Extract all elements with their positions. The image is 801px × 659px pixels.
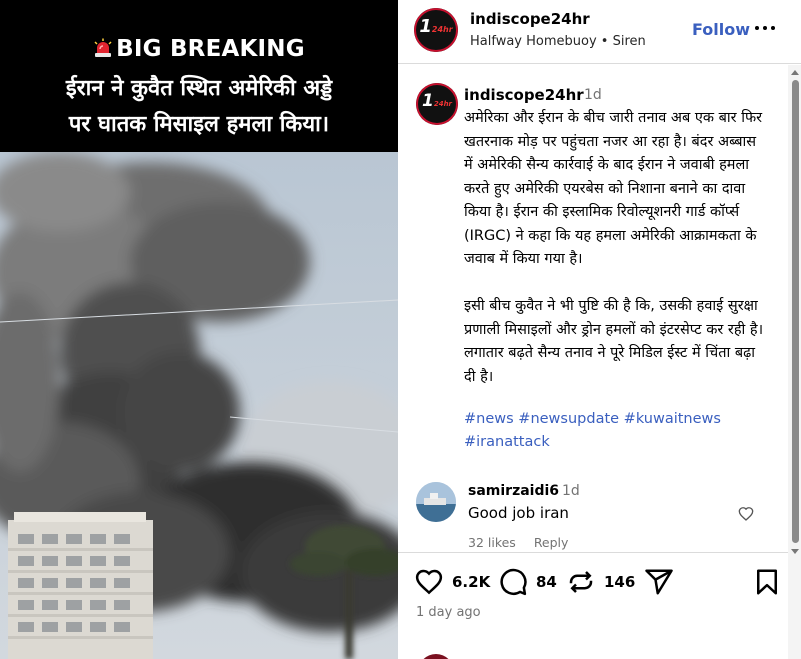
- share-send-icon[interactable]: [644, 567, 674, 597]
- commenter-avatar[interactable]: [416, 482, 456, 522]
- author-avatar[interactable]: 124hr: [414, 8, 458, 52]
- banner-line-2: ईरान ने कुवैत स्थित अमेरिकी अड्डे: [65, 76, 333, 101]
- save-bookmark-icon[interactable]: [752, 567, 782, 597]
- banner-line-3: पर घातक मिसाइल हमला किया।: [68, 112, 330, 137]
- scrollbar-thumb[interactable]: [792, 80, 799, 543]
- post-media[interactable]: BIG BREAKING ईरान ने कुवैत स्थित अमेरिकी…: [0, 0, 398, 659]
- comment-bubble-icon[interactable]: [498, 567, 528, 597]
- post-date[interactable]: 1 day ago: [416, 605, 481, 620]
- scroll-down-arrow-icon[interactable]: [791, 549, 799, 554]
- siren-icon: [94, 38, 112, 57]
- post-details-panel: 124hr indiscope24hr Halfway Homebuoy • S…: [398, 0, 801, 659]
- caption-username[interactable]: indiscope24hr: [464, 86, 584, 104]
- follow-button[interactable]: Follow: [692, 20, 750, 39]
- hashtag-link[interactable]: #iranattack: [464, 434, 550, 450]
- likes-count[interactable]: 6.2K: [452, 573, 490, 591]
- scroll-up-arrow-icon[interactable]: [791, 70, 799, 75]
- like-heart-icon[interactable]: [414, 567, 444, 597]
- comment-likes-count[interactable]: 32 likes: [468, 535, 516, 550]
- channel-logo: 124hr: [419, 16, 453, 37]
- post-caption: अमेरिका और ईरान के बीच जारी तनाव अब एक ब…: [464, 110, 764, 385]
- comment-like-heart-icon[interactable]: [738, 506, 754, 522]
- smoke-explosion-photo: [0, 152, 398, 659]
- comments-count[interactable]: 84: [536, 573, 557, 591]
- hashtag-link[interactable]: #news: [464, 411, 514, 427]
- more-options-icon[interactable]: [753, 18, 779, 38]
- caption-timestamp[interactable]: 1d: [584, 87, 602, 103]
- news-banner: BIG BREAKING ईरान ने कुवैत स्थित अमेरिकी…: [0, 0, 398, 152]
- comment-reply-button[interactable]: Reply: [534, 535, 569, 550]
- reposts-count[interactable]: 146: [604, 573, 635, 591]
- author-username[interactable]: indiscope24hr: [470, 10, 590, 28]
- audio-track-link[interactable]: Halfway Homebuoy • Siren: [470, 34, 646, 49]
- post-actions-bar: 6.2K 84 146 1 day ago: [398, 552, 788, 659]
- banner-headline: BIG BREAKING: [116, 36, 305, 62]
- hashtag-link[interactable]: #newsupdate: [518, 411, 619, 427]
- post-header: 124hr indiscope24hr Halfway Homebuoy • S…: [398, 0, 801, 64]
- ship-thumbnail: [416, 482, 456, 522]
- caption-author-avatar[interactable]: 124hr: [416, 83, 458, 125]
- comment-text: Good job iran: [468, 504, 569, 522]
- commenter-username[interactable]: samirzaidi6: [468, 483, 559, 499]
- channel-logo: 124hr: [421, 91, 453, 111]
- hashtag-list: #news #newsupdate #kuwaitnews #iranattac…: [464, 408, 764, 454]
- comment-timestamp[interactable]: 1d: [562, 483, 580, 499]
- comments-scroll-area[interactable]: 124hr indiscope24hr 1d अमेरिका और ईरान क…: [398, 65, 801, 552]
- hashtag-link[interactable]: #kuwaitnews: [624, 411, 721, 427]
- repost-icon[interactable]: [566, 567, 596, 597]
- next-post-avatar[interactable]: [418, 654, 454, 659]
